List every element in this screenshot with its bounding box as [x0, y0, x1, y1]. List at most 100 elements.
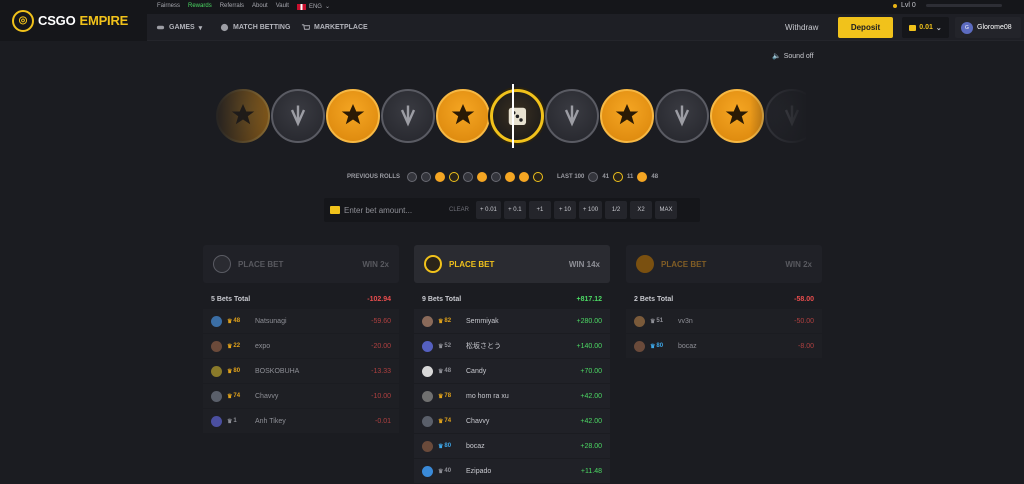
player-name: Ezipado [466, 467, 492, 475]
top-bar: Fairness Rewards Referrals About Vault E… [0, 0, 1024, 14]
deposit-button[interactable]: Deposit [838, 17, 893, 38]
bet-amount: +42.00 [580, 392, 602, 400]
language-select[interactable]: ENG ⌄ [296, 3, 330, 10]
level-badge: ♛ 40 [438, 468, 452, 475]
user-menu[interactable]: G Glorome08 [955, 17, 1021, 38]
ct-roll-icon [407, 172, 418, 182]
balance-value: 0.01 [919, 24, 933, 31]
nav-marketplace-label: MARKETPLACE [314, 24, 368, 31]
link-vault[interactable]: Vault [276, 3, 289, 10]
player-name: Natsunagi [255, 317, 287, 325]
player-name: Chavvy [466, 417, 490, 425]
avatar [211, 415, 222, 427]
add-100-button[interactable]: + 100 [578, 201, 603, 219]
ct-coin-icon [655, 89, 709, 143]
crown-icon: ♛ [438, 368, 444, 375]
place-bet-label: PLACE BET [449, 259, 495, 269]
roller-fade-right [750, 82, 810, 150]
bonus-count-icon [613, 172, 624, 182]
t-icon [636, 255, 654, 273]
crown-icon: ♛ [227, 368, 233, 375]
crown-icon: ♛ [227, 393, 233, 400]
double-button[interactable]: X2 [630, 201, 653, 219]
bonus-roll-icon [449, 172, 460, 182]
coins-icon [330, 206, 340, 214]
ct-coin-icon [271, 89, 325, 143]
nav-marketplace[interactable]: MARKETPLACE [301, 23, 368, 32]
place-bet-bonus-button[interactable]: PLACE BET WIN 14x [414, 245, 610, 283]
avatar [634, 340, 645, 352]
caret-down-icon: ▾ [198, 24, 203, 32]
t-roll-icon [519, 172, 530, 182]
player-name: Anh Tikey [255, 417, 286, 425]
link-rewards[interactable]: Rewards [188, 3, 212, 10]
bet-amount: -50.00 [794, 317, 814, 325]
bet-amount: +11.48 [580, 467, 602, 475]
player-name: 松坂さとう [466, 343, 501, 350]
crown-icon: ♛ [650, 318, 656, 325]
link-fairness[interactable]: Fairness [157, 3, 180, 10]
level-badge: ♛ 80 [650, 343, 664, 350]
last-100-label: LAST 100 [557, 174, 585, 180]
level-badge: ♛ 82 [438, 318, 452, 325]
logo-text-part1: CSGO [38, 13, 76, 28]
empire-logo-icon: ◎ [12, 9, 34, 32]
level-badge: ♛ 22 [227, 343, 241, 350]
balance-dropdown[interactable]: 0.01 ⌄ [902, 17, 949, 38]
last-100-t-count: 48 [651, 174, 659, 180]
last-100-ct-count: 41 [602, 174, 610, 180]
sound-toggle[interactable]: 🔈 Sound off [772, 52, 814, 61]
player-name: expo [255, 342, 271, 350]
avatar [422, 315, 433, 327]
bet-amount: +42.00 [580, 417, 602, 425]
bet-amount-input[interactable] [344, 205, 444, 215]
t-coin-icon [436, 89, 490, 143]
logo[interactable]: ◎ CSGO EMPIRE [0, 0, 147, 41]
link-about[interactable]: About [252, 3, 268, 10]
avatar [211, 315, 222, 327]
clear-button[interactable]: CLEAR [449, 207, 469, 213]
player-name: bocaz [466, 442, 485, 450]
ct-coin-icon [381, 89, 435, 143]
nav-match-betting[interactable]: MATCH BETTING [220, 23, 290, 32]
bet-row: ♛ 78 mo hom ra xu +42.00 [414, 384, 610, 409]
add-0-1-button[interactable]: + 0.1 [503, 201, 526, 219]
place-bet-ct-button[interactable]: PLACE BET WIN 2x [203, 245, 399, 283]
nav-games[interactable]: GAMES ▾ [156, 23, 202, 32]
bet-row: ♛ 82 Semmiyak +280.00 [414, 309, 610, 334]
t-coin-icon [600, 89, 654, 143]
bet-row: ♛ 40 Ezipado +11.48 [414, 459, 610, 484]
nav-games-label: GAMES [169, 24, 195, 31]
add-0-01-button[interactable]: + 0.01 [476, 201, 501, 219]
crown-icon: ♛ [438, 393, 444, 400]
half-button[interactable]: 1/2 [605, 201, 628, 219]
username: Glorome08 [977, 24, 1012, 31]
player-name: Semmiyak [466, 317, 499, 325]
player-name: bocaz [678, 342, 697, 350]
bet-row: ♛ 48 Candy +70.00 [414, 359, 610, 384]
bet-amount: -20.00 [371, 342, 391, 350]
level-badge: ♛ 48 [438, 368, 452, 375]
bets-total: 2 Bets Total -58.00 [626, 283, 822, 303]
avatar [422, 440, 433, 452]
chevron-down-icon: ⌄ [935, 24, 942, 32]
add-10-button[interactable]: + 10 [553, 201, 576, 219]
bet-row: ♛ 74 Chavvy +42.00 [414, 409, 610, 434]
link-referrals[interactable]: Referrals [220, 3, 244, 10]
crown-icon: ♛ [438, 418, 444, 425]
bet-row: ♛ 52 松坂さとう +140.00 [414, 334, 610, 359]
max-button[interactable]: MAX [655, 201, 678, 219]
last-100-bonus-count: 11 [627, 174, 634, 180]
cart-icon [301, 24, 310, 30]
add-1-button[interactable]: +1 [528, 201, 551, 219]
sound-label: Sound off [783, 52, 814, 60]
ball-icon [220, 23, 229, 32]
place-bet-t-button[interactable]: PLACE BET WIN 2x [626, 245, 822, 283]
place-bet-label: PLACE BET [238, 259, 284, 269]
language-label: ENG [308, 3, 322, 10]
last-100: LAST 100 41 11 48 [557, 172, 658, 182]
withdraw-button[interactable]: Withdraw [785, 23, 818, 32]
ct-coin-icon [545, 89, 599, 143]
avatar [422, 390, 433, 402]
win-multiplier: WIN 14x [568, 259, 600, 269]
